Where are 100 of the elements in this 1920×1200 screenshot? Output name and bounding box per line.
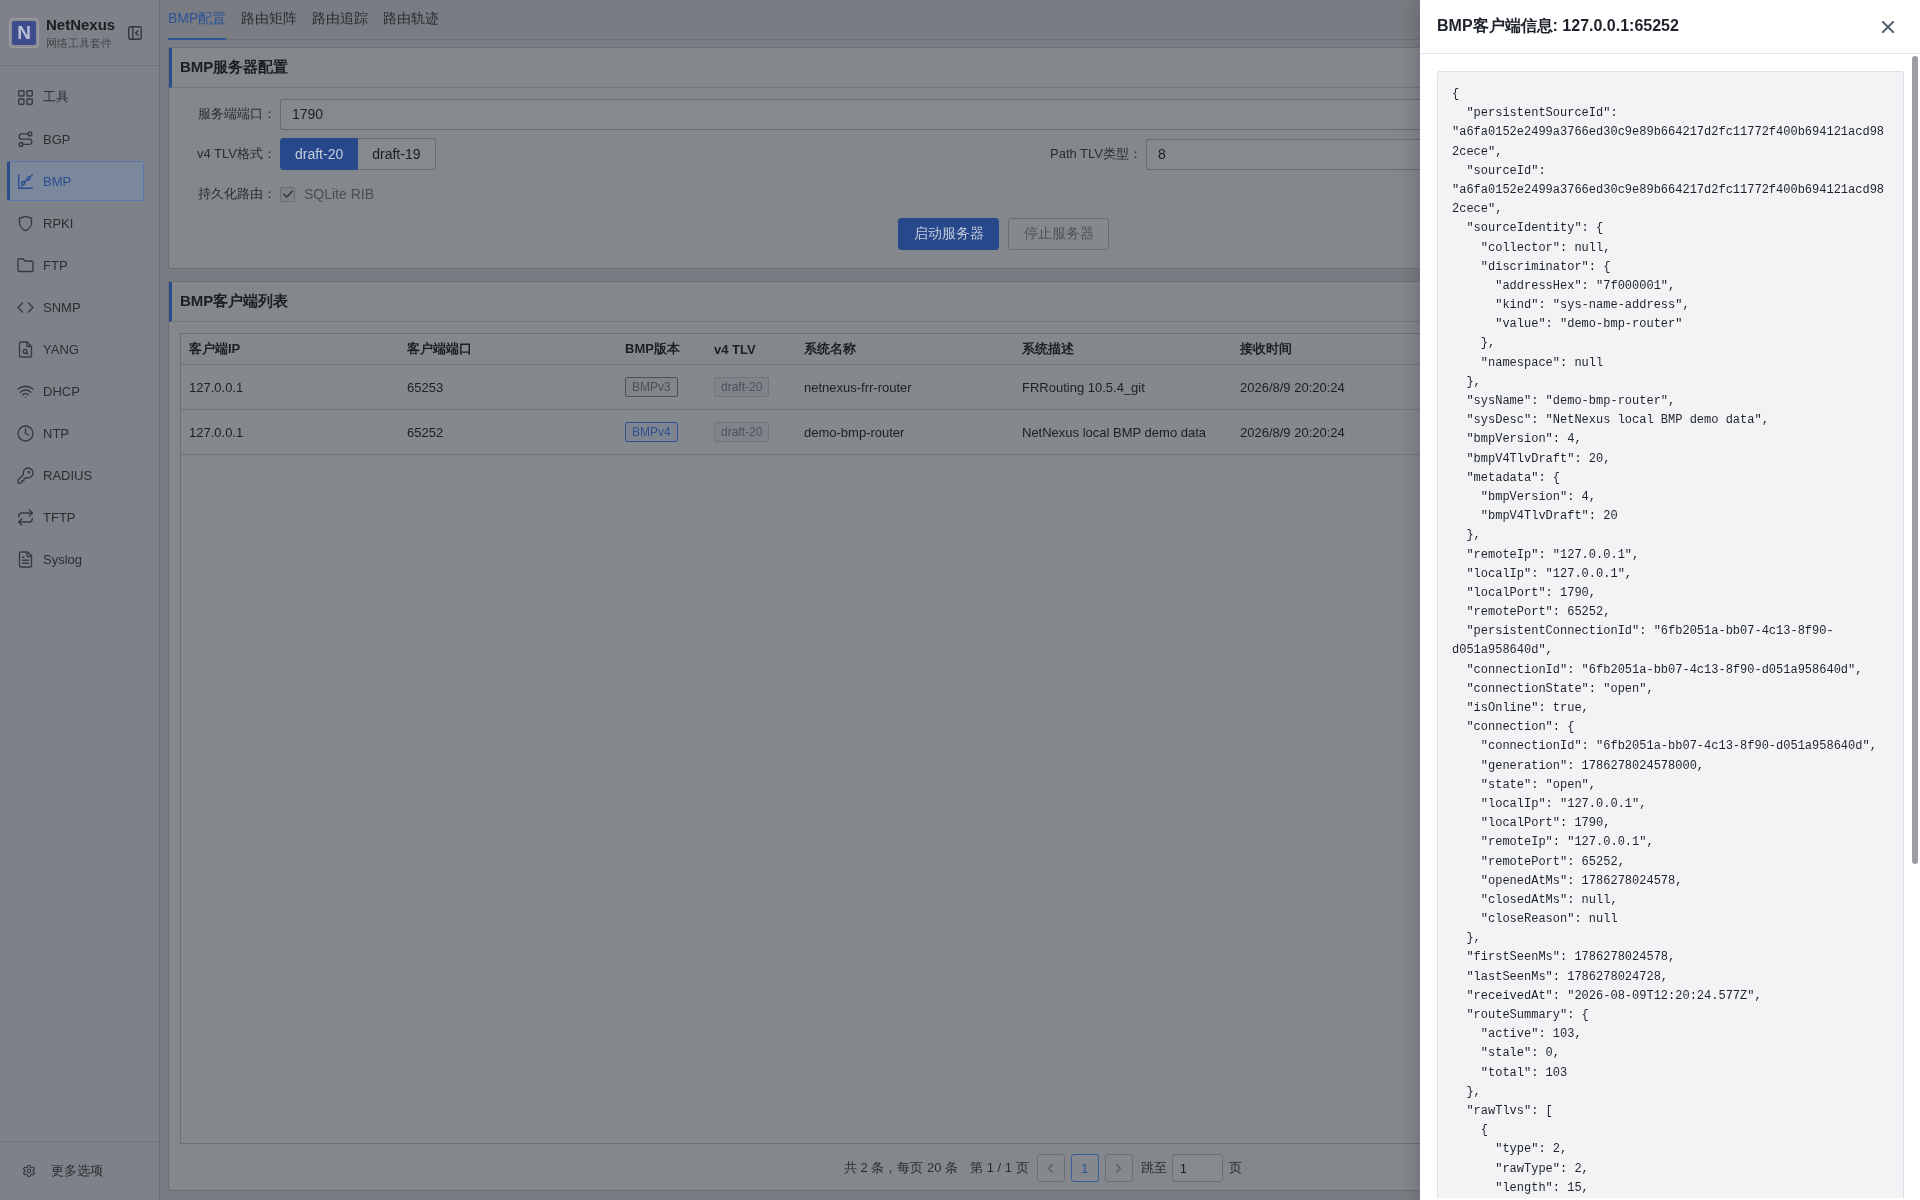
scrollbar-thumb[interactable] [1912,56,1918,864]
code-line: "routeSummary": { [1465,1007,1589,1024]
more-options-button[interactable]: 更多选项 [23,1162,103,1180]
segment-option[interactable]: draft-19 [358,138,436,170]
path-tlv-input[interactable]: 8 [1146,138,1420,170]
tab[interactable]: 路由矩阵 [241,0,298,40]
sidebar-item[interactable]: TFTP [7,497,144,537]
code-line: "a6fa0152e2499a3766ed30c9e89b664217d2fc11772f400b694121acd98 [1452,181,1885,199]
sidebar-item[interactable]: BGP [7,119,144,159]
sidebar-item[interactable]: DHCP [7,371,144,411]
table-cell-text: netnexus-frr-router [803,379,913,395]
code-line: "connectionState": "open", [1465,680,1654,698]
page-button[interactable]: 1 [1070,1154,1099,1182]
segment-option[interactable]: draft-20 [280,138,359,170]
sidebar-item[interactable]: NTP [7,413,144,453]
code-line: "type": 2, [1494,1141,1568,1159]
code-line: "bmpVersion": 4, [1465,431,1582,449]
code-line: }, [1465,373,1481,391]
code-line: "state": "open", [1479,776,1597,794]
start-server-button[interactable]: 启动服务器 [898,218,999,250]
port-input[interactable]: 1790 [280,98,1420,130]
code-line: "sysName": "demo-bmp-router", [1465,393,1676,410]
shield-icon [18,215,33,231]
code-line: "connectionId": "6fb2051a-bb07-4c13-8f90-d051a958640d", [1479,738,1877,756]
code-line: "active": 103, [1479,1026,1582,1044]
code-line: "firstSeenMs": 1786278024578, [1465,949,1676,967]
table-cell-text: 65253 [406,379,445,395]
code-line: "namespace": null [1479,354,1604,372]
code-line: }, [1465,930,1481,948]
code-line: "stale": 0, [1479,1045,1561,1063]
sidebar-item[interactable]: FTP [7,245,144,285]
code-line: "localPort": 1790, [1465,584,1597,602]
code-line: "closeReason": null [1479,911,1618,929]
code-icon [18,299,33,315]
code-line: "metadata": { [1465,469,1561,487]
code-line: }, [1465,527,1481,545]
swap-arrows-icon [18,509,33,525]
document-icon [18,551,33,567]
code-line: { [1452,86,1460,103]
sidebar-item[interactable]: 工具 [7,77,144,117]
tab[interactable]: BMP配置 [168,0,227,40]
version-tag: BMPv4 [625,422,678,442]
sidebar-item[interactable]: RPKI [7,203,144,243]
code-line: "remotePort": 65252, [1465,604,1611,622]
tab[interactable]: 路由追踪 [312,0,369,40]
code-line: { [1479,1122,1488,1140]
column-header: 系统名称 [803,340,857,358]
wifi-icon [18,383,33,399]
code-line: "closedAtMs": null, [1479,891,1618,909]
code-line: "rawType": 2, [1494,1160,1589,1178]
code-line: "kind": "sys-name-address", [1494,297,1690,315]
code-line: "generation": 1786278024578000, [1479,757,1705,775]
table-cell-text: 2026/8/9 20:20:24 [1239,424,1346,440]
table-cell-text: 65252 [406,424,445,440]
column-header: 客户端端口 [406,340,473,358]
close-icon[interactable] [1882,20,1894,33]
column-header: BMP版本 [624,340,681,358]
file-search-icon [18,341,33,357]
pagination-summary: 共 2 条，每页 20 条 [844,1159,959,1177]
code-line: "connection": { [1465,719,1575,737]
code-line: "remoteIp": "127.0.0.1", [1479,834,1654,852]
code-line: }, [1479,335,1496,353]
drawer-title: BMP客户端信息: 127.0.0.1:65252 [1437,16,1679,36]
code-line: "connectionId": "6fb2051a-bb07-4c13-8f90-d051a958640d", [1465,661,1863,679]
field-label: Path TLV类型： [1050,145,1142,163]
table-cell-text: demo-bmp-router [803,424,906,440]
app-name: NetNexus [46,15,116,34]
app-logo: N [9,17,39,48]
code-line: "sysDesc": "NetNexus local BMP demo data", [1465,412,1769,430]
field-label: 持久化路由： [197,185,276,203]
key-icon [18,467,33,483]
grid-icon [18,89,33,105]
code-line: "bmpVersion": 4, [1479,488,1597,506]
code-line: "remotePort": 65252, [1479,853,1625,871]
card-title: BMP客户端列表 [180,292,289,311]
sidebar-item[interactable]: BMP [7,161,144,201]
sidebar-collapse-icon[interactable] [128,25,142,40]
table-cell-text: 127.0.0.1 [188,379,245,395]
code-line: "persistentSourceId": [1465,105,1618,123]
sidebar-item[interactable]: SNMP [7,287,144,327]
column-header: v4 TLV [713,341,757,357]
code-line: "lastSeenMs": 1786278024728, [1465,968,1669,986]
code-line: }, [1465,1083,1481,1101]
code-line: "discriminator": { [1479,258,1611,276]
code-line: "rawTlvs": [ [1465,1102,1553,1120]
sidebar-item[interactable]: YANG [7,329,144,369]
table-cell-text: FRRouting 10.5.4_git [1021,379,1146,395]
tab[interactable]: 路由轨迹 [383,0,440,40]
column-header: 客户端IP [188,340,242,358]
code-line: 2cece", [1452,201,1503,219]
code-line: "value": "demo-bmp-router" [1494,316,1683,334]
code-line: "sourceId": [1465,162,1546,180]
sidebar-item[interactable]: RADIUS [7,455,144,495]
field-label: 服务端端口： [197,105,276,123]
card-title: BMP服务器配置 [180,58,289,77]
route-icon [18,131,33,147]
sidebar-item[interactable]: Syslog [7,539,144,579]
page-jump-input[interactable]: 1 [1171,1154,1223,1182]
code-line: 2cece", [1452,143,1503,161]
code-line: "bmpV4TlvDraft": 20 [1479,508,1618,526]
